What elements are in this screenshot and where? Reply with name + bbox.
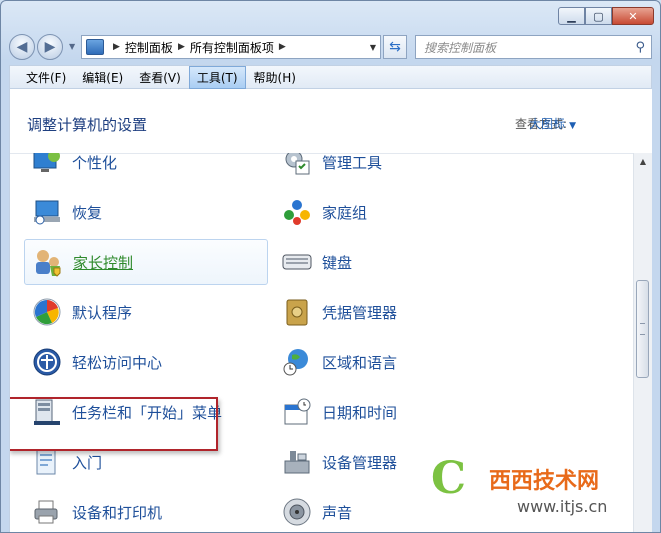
- menu-bar: 文件(F) 编辑(E) 查看(V) 工具(T) 帮助(H): [9, 65, 652, 89]
- menu-edit[interactable]: 编辑(E): [74, 66, 131, 89]
- title-bar: ▁ ▢ ✕: [1, 1, 660, 31]
- breadcrumb-separator-icon[interactable]: ▶: [113, 42, 120, 52]
- navigation-bar: ◀ ▶ ▼ ▶ 控制面板 ▶ 所有控制面板项 ▶ ▼ ⇆ 搜索控制面板 ⚲: [9, 34, 652, 62]
- item-label: 日期和时间: [322, 403, 398, 422]
- sound-icon: [280, 495, 314, 529]
- item-label: 家长控制: [73, 253, 134, 272]
- breadcrumb-control-panel[interactable]: 控制面板: [125, 39, 173, 56]
- region-language-icon: [280, 345, 314, 379]
- item-label: 设备和打印机: [72, 503, 163, 522]
- watermark: C 西西技术网 www.itjs.cn: [431, 453, 661, 531]
- keyboard-icon: [280, 245, 314, 279]
- item-recovery[interactable]: 恢复: [24, 189, 264, 235]
- breadcrumb-separator-icon[interactable]: ▶: [178, 42, 185, 52]
- search-box[interactable]: 搜索控制面板 ⚲: [415, 35, 652, 59]
- item-admin-tools[interactable]: 管理工具: [274, 153, 514, 185]
- view-by-dropdown[interactable]: 大图标 ▼: [529, 115, 576, 132]
- default-programs-icon: [30, 295, 64, 329]
- maximize-button[interactable]: ▢: [585, 7, 612, 25]
- item-region-language[interactable]: 区域和语言: [274, 339, 514, 385]
- scrollbar-thumb[interactable]: [636, 280, 649, 378]
- watermark-url: www.itjs.cn: [517, 497, 608, 516]
- homegroup-icon: [280, 195, 314, 229]
- address-bar[interactable]: ▶ 控制面板 ▶ 所有控制面板项 ▶ ▼: [81, 35, 381, 59]
- arrow-left-icon: ◀: [16, 39, 28, 55]
- item-label: 凭据管理器: [322, 303, 398, 322]
- scroll-up-icon[interactable]: ▲: [634, 153, 652, 170]
- item-label: 区域和语言: [322, 353, 398, 372]
- menu-tools[interactable]: 工具(T): [188, 65, 246, 89]
- menu-file[interactable]: 文件(F): [18, 66, 74, 89]
- content-header: 调整计算机的设置 查看方式: 大图标 ▼: [10, 89, 652, 154]
- refresh-button[interactable]: ⇆: [383, 35, 407, 59]
- personalization-icon: [30, 153, 64, 179]
- printer-icon: [30, 495, 64, 529]
- forward-button[interactable]: ▶: [37, 34, 63, 60]
- date-time-icon: [280, 395, 314, 429]
- chevron-down-icon[interactable]: ▼: [569, 121, 576, 131]
- item-credential-manager[interactable]: 凭据管理器: [274, 289, 514, 335]
- menu-help[interactable]: 帮助(H): [246, 66, 304, 89]
- page-title: 调整计算机的设置: [27, 116, 148, 134]
- menu-view[interactable]: 查看(V): [131, 66, 189, 89]
- admin-tools-icon: [280, 153, 314, 179]
- item-homegroup[interactable]: 家庭组: [274, 189, 514, 235]
- watermark-brand: 西西技术网: [489, 469, 600, 494]
- item-label: 管理工具: [322, 153, 383, 172]
- control-panel-window: ▁ ▢ ✕ ◀ ▶ ▼ ▶ 控制面板 ▶ 所有控制面板项 ▶ ▼ ⇆ 搜索控制面…: [0, 0, 661, 533]
- recovery-icon: [30, 195, 64, 229]
- parental-controls-icon: [31, 245, 65, 279]
- device-manager-icon: [280, 445, 314, 479]
- item-parental-controls[interactable]: 家长控制: [24, 239, 268, 285]
- breadcrumb-all-items[interactable]: 所有控制面板项: [190, 39, 274, 56]
- search-icon[interactable]: ⚲: [635, 40, 645, 55]
- maximize-icon: ▢: [593, 9, 604, 23]
- minimize-icon: ▁: [567, 9, 576, 23]
- item-label: 声音: [322, 503, 353, 522]
- item-personalization[interactable]: 个性化: [24, 153, 264, 185]
- item-label: 轻松访问中心: [72, 353, 163, 372]
- watermark-logo-icon: C: [431, 453, 467, 504]
- ease-of-access-highlight-box: [10, 397, 218, 451]
- item-ease-of-access[interactable]: 轻松访问中心: [24, 339, 264, 385]
- close-button[interactable]: ✕: [612, 7, 654, 25]
- item-label: 恢复: [72, 203, 103, 222]
- credential-manager-icon: [280, 295, 314, 329]
- refresh-icon: ⇆: [389, 39, 401, 55]
- item-label: 入门: [72, 453, 103, 472]
- item-default-programs[interactable]: 默认程序: [24, 289, 264, 335]
- view-by-value[interactable]: 大图标: [529, 117, 565, 131]
- item-label: 键盘: [322, 253, 353, 272]
- minimize-button[interactable]: ▁: [558, 7, 585, 25]
- grip-icon: [640, 323, 645, 335]
- item-label: 默认程序: [72, 303, 133, 322]
- ease-of-access-icon: [30, 345, 64, 379]
- item-label: 家庭组: [322, 203, 368, 222]
- control-panel-icon: [86, 39, 104, 55]
- item-label: 设备管理器: [322, 453, 398, 472]
- address-dropdown-icon[interactable]: ▼: [370, 43, 376, 52]
- item-keyboard[interactable]: 键盘: [274, 239, 514, 285]
- item-devices-printers[interactable]: 设备和打印机: [24, 489, 264, 532]
- breadcrumb-separator-icon[interactable]: ▶: [279, 42, 286, 52]
- recent-pages-dropdown[interactable]: ▼: [69, 42, 75, 51]
- window-controls: ▁ ▢ ✕: [558, 7, 654, 25]
- search-input[interactable]: 搜索控制面板: [424, 39, 635, 56]
- arrow-right-icon: ▶: [44, 39, 56, 55]
- back-button[interactable]: ◀: [9, 34, 35, 60]
- close-icon: ✕: [628, 9, 638, 23]
- item-label: 个性化: [72, 153, 118, 172]
- item-date-time[interactable]: 日期和时间: [274, 389, 514, 435]
